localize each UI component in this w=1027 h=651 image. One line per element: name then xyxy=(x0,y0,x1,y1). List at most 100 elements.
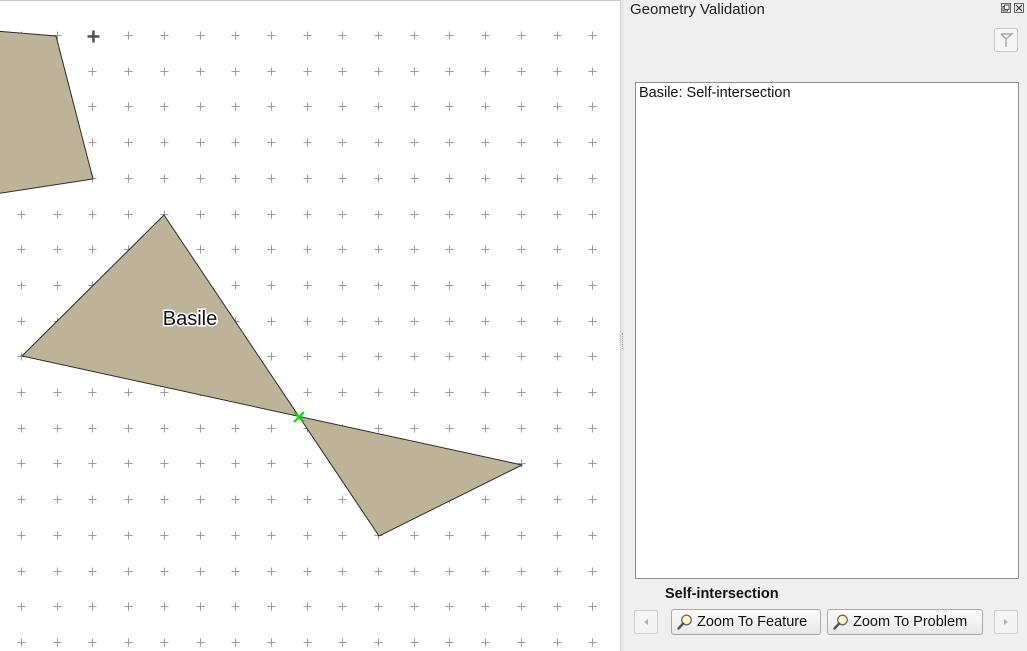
grid-cross xyxy=(196,138,205,147)
grid-cross xyxy=(17,424,26,433)
grid-cross xyxy=(445,174,454,183)
zoom-to-feature-button[interactable]: Zoom To Feature xyxy=(671,609,821,635)
grid-cross xyxy=(553,281,562,290)
grid-cross xyxy=(553,531,562,540)
grid-cross xyxy=(160,174,169,183)
grid-cross xyxy=(267,638,276,647)
grid-cross xyxy=(124,531,133,540)
previous-error-button[interactable] xyxy=(634,610,658,634)
grid-cross xyxy=(517,281,526,290)
grid-cross xyxy=(267,352,276,361)
grid-cross xyxy=(53,567,62,576)
grid-cross xyxy=(410,567,419,576)
grid-cross xyxy=(410,531,419,540)
grid-cross xyxy=(588,424,597,433)
grid-cross xyxy=(517,67,526,76)
grid-cross xyxy=(88,138,97,147)
grid-cross xyxy=(374,67,383,76)
grid-cross xyxy=(267,602,276,611)
grid-cross xyxy=(588,602,597,611)
grid-cross xyxy=(588,495,597,504)
grid-cross xyxy=(445,567,454,576)
grid-cross xyxy=(338,495,347,504)
feature-layer xyxy=(0,30,524,537)
grid-cross xyxy=(410,67,419,76)
grid-cross xyxy=(88,459,97,468)
grid-cross xyxy=(410,31,419,40)
grid-cross xyxy=(517,495,526,504)
grid-cross xyxy=(303,495,312,504)
grid-cross xyxy=(53,495,62,504)
grid-cross xyxy=(445,102,454,111)
grid-cross xyxy=(481,567,490,576)
grid-cross xyxy=(267,67,276,76)
grid-cross xyxy=(374,174,383,183)
grid-cross xyxy=(338,102,347,111)
grid-cross xyxy=(445,602,454,611)
grid-cross xyxy=(338,317,347,326)
grid-cross xyxy=(553,352,562,361)
grid-cross xyxy=(553,424,562,433)
grid-cross xyxy=(338,602,347,611)
error-list[interactable]: Basile: Self-intersection xyxy=(635,82,1019,579)
grid-cross xyxy=(196,102,205,111)
grid-cross xyxy=(410,602,419,611)
grid-cross xyxy=(588,31,597,40)
grid-cross xyxy=(481,31,490,40)
grid-cross xyxy=(588,245,597,254)
grid-cross xyxy=(160,424,169,433)
list-item[interactable]: Basile: Self-intersection xyxy=(639,84,791,102)
map-canvas[interactable]: Basile xyxy=(0,0,620,651)
grid-cross xyxy=(88,602,97,611)
grid-cross xyxy=(338,245,347,254)
grid-cross xyxy=(374,567,383,576)
grid-cross xyxy=(553,638,562,647)
close-dock-icon[interactable] xyxy=(1014,3,1024,13)
grid-cross xyxy=(88,67,97,76)
grid-cross xyxy=(303,638,312,647)
grid-cross xyxy=(588,102,597,111)
grid-cross xyxy=(160,567,169,576)
grid-cross xyxy=(410,174,419,183)
select-feature-button[interactable] xyxy=(994,28,1018,52)
grid-cross xyxy=(338,138,347,147)
grid-cross xyxy=(374,31,383,40)
grid-cross xyxy=(374,102,383,111)
grid-cross xyxy=(517,352,526,361)
grid-cross xyxy=(445,67,454,76)
grid-cross xyxy=(374,602,383,611)
grid-cross xyxy=(303,31,312,40)
grid-cross xyxy=(231,174,240,183)
grid-cross xyxy=(517,138,526,147)
grid-cross xyxy=(410,424,419,433)
grid-cross xyxy=(481,281,490,290)
grid-cross xyxy=(124,495,133,504)
next-error-button[interactable] xyxy=(994,610,1018,634)
current-error-type: Self-intersection xyxy=(665,586,779,602)
grid-cross xyxy=(124,602,133,611)
grid-cross xyxy=(160,531,169,540)
grid-cross xyxy=(160,495,169,504)
zoom-to-feature-label: Zoom To Feature xyxy=(697,614,808,630)
grid-cross xyxy=(53,531,62,540)
grid-cross xyxy=(445,317,454,326)
grid-cross xyxy=(445,210,454,219)
zoom-to-problem-label: Zoom To Problem xyxy=(853,614,968,630)
grid-cross xyxy=(303,102,312,111)
zoom-to-problem-button[interactable]: Zoom To Problem xyxy=(827,609,983,635)
grid-cross xyxy=(588,210,597,219)
grid-cross xyxy=(124,459,133,468)
grid-cross xyxy=(481,317,490,326)
grid-cross xyxy=(196,174,205,183)
float-dock-icon[interactable] xyxy=(1001,3,1011,13)
grid-cross xyxy=(196,424,205,433)
polygon-feature-basile[interactable] xyxy=(20,214,524,537)
grid-cross xyxy=(124,174,133,183)
grid-cross xyxy=(231,602,240,611)
grid-cross xyxy=(553,210,562,219)
grid-cross xyxy=(517,245,526,254)
grid-cross xyxy=(124,31,133,40)
grid-cross xyxy=(124,138,133,147)
grid-cross xyxy=(338,67,347,76)
polygon-feature-top[interactable] xyxy=(0,30,94,194)
